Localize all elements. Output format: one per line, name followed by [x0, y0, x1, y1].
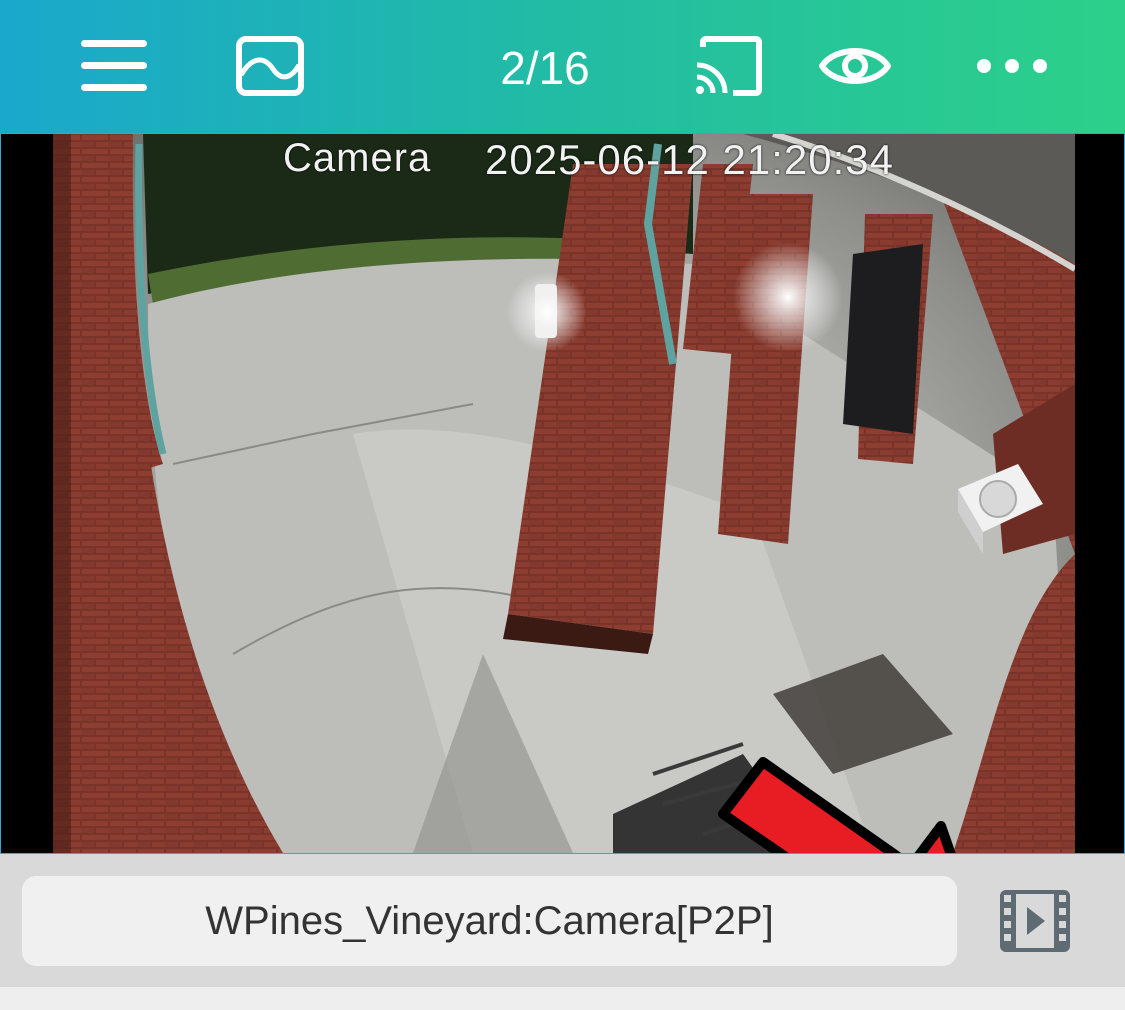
cast-icon	[696, 36, 762, 96]
more-horizontal-icon	[977, 59, 1047, 73]
camera-snapshot-view[interactable]: Camera 2025-06-12 21:20:34	[0, 133, 1125, 854]
top-toolbar: 2/16	[0, 0, 1125, 133]
hamburger-menu-icon	[81, 40, 147, 91]
eye-icon	[819, 48, 891, 84]
bottom-bar: WPines_Vineyard:Camera[P2P]	[0, 854, 1125, 987]
red-arrow-annotation	[718, 757, 956, 853]
osd-camera-label: Camera	[283, 136, 432, 180]
camera-name-button[interactable]: WPines_Vineyard:Camera[P2P]	[22, 876, 957, 966]
image-counter: 2/16	[500, 42, 590, 94]
camera-name-label: WPines_Vineyard:Camera[P2P]	[205, 898, 774, 943]
image-icon	[236, 36, 304, 96]
menu-button[interactable]	[78, 33, 150, 99]
play-clip-button[interactable]	[998, 888, 1072, 954]
osd-timestamp: 2025-06-12 21:20:34	[485, 136, 894, 183]
view-button[interactable]	[818, 33, 892, 99]
film-play-icon	[1000, 890, 1070, 952]
porch-scene-illustration	[53, 134, 1075, 853]
cast-button[interactable]	[692, 33, 764, 99]
gallery-button[interactable]	[234, 33, 306, 99]
more-button[interactable]	[972, 33, 1052, 99]
footer-strip	[0, 987, 1125, 1010]
camera-feed-image: Camera 2025-06-12 21:20:34	[53, 134, 1075, 853]
